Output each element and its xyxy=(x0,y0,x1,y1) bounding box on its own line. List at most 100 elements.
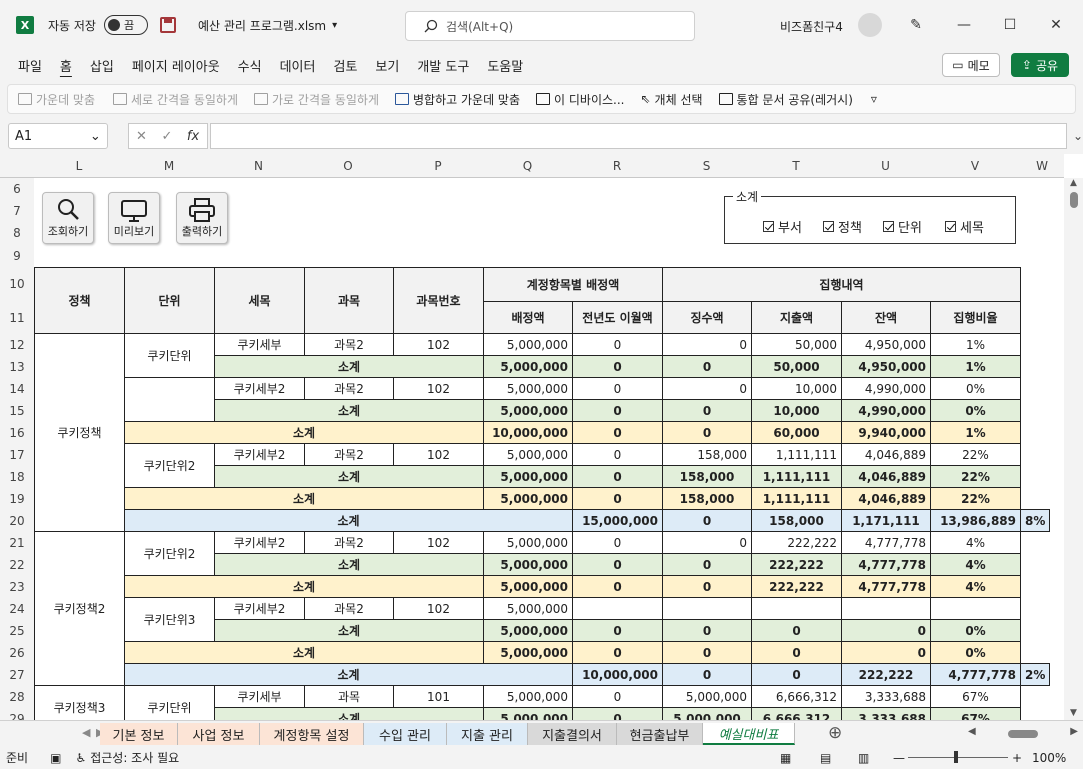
row-header[interactable]: 12 xyxy=(0,334,34,356)
sheet-tab[interactable]: 지출 관리 xyxy=(447,723,528,745)
rate-cell[interactable]: 22% xyxy=(930,487,1021,510)
carry-cell[interactable]: 0 xyxy=(572,465,663,488)
column-header[interactable]: R xyxy=(572,154,662,178)
row-header[interactable]: 16 xyxy=(0,422,34,444)
filename-dropdown-icon[interactable]: ▾ xyxy=(332,20,337,31)
sheet-tab[interactable]: 예실대비표 xyxy=(703,723,795,745)
carry-cell[interactable]: 0 xyxy=(572,355,663,378)
subtotal-label-cell[interactable]: 소계 xyxy=(124,509,573,532)
sheet-tab[interactable]: 기본 정보 xyxy=(100,723,178,745)
unit-cell[interactable]: 쿠키단위2 xyxy=(124,443,215,488)
scroll-down-icon[interactable]: ▼ xyxy=(1064,708,1083,718)
alloc-cell[interactable]: 5,000,000 xyxy=(483,443,573,466)
row-header[interactable]: 28 xyxy=(0,686,34,708)
row-header[interactable]: 9 xyxy=(0,244,34,267)
subject-cell[interactable]: 과목2 xyxy=(304,597,394,620)
alloc-cell[interactable]: 5,000,000 xyxy=(483,465,573,488)
expense-cell[interactable]: 0 xyxy=(751,619,842,642)
row-header[interactable]: 10 xyxy=(0,267,34,301)
expense-cell[interactable]: 222,222 xyxy=(841,663,931,686)
cancel-icon[interactable]: ✕ xyxy=(136,129,147,144)
unit-cell[interactable] xyxy=(124,377,215,422)
horizontal-scrollbar[interactable]: ◀ ▶ xyxy=(968,726,1078,740)
column-header[interactable]: T xyxy=(751,154,841,178)
row-header[interactable]: 26 xyxy=(0,642,34,664)
income-cell[interactable]: 0 xyxy=(751,663,842,686)
normal-view-icon[interactable]: ▦ xyxy=(780,751,791,765)
page-break-view-icon[interactable]: ▥ xyxy=(858,751,869,765)
alloc-cell[interactable]: 5,000,000 xyxy=(483,487,573,510)
subtotal-label-cell[interactable]: 소계 xyxy=(214,707,484,720)
subject-cell[interactable]: 과목2 xyxy=(304,531,394,554)
save-icon[interactable] xyxy=(159,17,176,33)
checkbox-policy[interactable]: 정책 xyxy=(823,217,862,236)
column-header[interactable]: V xyxy=(930,154,1020,178)
scroll-thumb[interactable] xyxy=(1069,192,1078,208)
row-header[interactable]: 18 xyxy=(0,466,34,488)
carry-cell[interactable]: 0 xyxy=(572,707,663,720)
subtotal-label-cell[interactable]: 소계 xyxy=(124,487,484,510)
balance-cell[interactable]: 0 xyxy=(841,619,931,642)
column-header[interactable]: U xyxy=(841,154,930,178)
expense-cell[interactable]: 1,111,111 xyxy=(751,443,842,466)
subtotal-label-cell[interactable]: 소계 xyxy=(124,663,573,686)
balance-cell[interactable]: 4,046,889 xyxy=(841,487,931,510)
row-header[interactable]: 13 xyxy=(0,356,34,378)
balance-cell[interactable]: 4,777,778 xyxy=(841,553,931,576)
alloc-cell[interactable]: 15,000,000 xyxy=(572,509,663,532)
alloc-cell[interactable]: 5,000,000 xyxy=(483,377,573,400)
alloc-cell[interactable]: 5,000,000 xyxy=(483,531,573,554)
alloc-cell[interactable]: 5,000,000 xyxy=(483,707,573,720)
item-cell[interactable]: 쿠키세부2 xyxy=(214,377,305,400)
policy-cell[interactable]: 쿠키정책3 xyxy=(34,685,125,720)
expense-cell[interactable]: 50,000 xyxy=(751,333,842,356)
income-cell[interactable]: 0 xyxy=(662,377,752,400)
worksheet-grid[interactable]: LMNOPQRSTUVW 6 7 8 9 10 11 12 13 14 15 16 17 18 19 20 2… xyxy=(0,154,1083,720)
subject-no-cell[interactable]: 102 xyxy=(393,333,484,356)
balance-cell[interactable]: 3,333,688 xyxy=(841,685,931,708)
row-header[interactable]: 23 xyxy=(0,576,34,598)
balance-cell[interactable]: 0 xyxy=(841,641,931,664)
maximize-icon[interactable]: ☐ xyxy=(1000,15,1020,35)
row-header[interactable]: 25 xyxy=(0,620,34,642)
balance-cell[interactable]: 4,990,000 xyxy=(841,377,931,400)
balance-cell[interactable]: 3,333,688 xyxy=(841,707,931,720)
zoom-out-icon[interactable]: — xyxy=(893,751,905,765)
menu-formulas[interactable]: 수식 xyxy=(238,56,262,75)
rate-cell[interactable]: 67% xyxy=(930,707,1021,720)
rate-cell[interactable]: 67% xyxy=(930,685,1021,708)
avatar[interactable] xyxy=(858,13,882,37)
rate-cell[interactable]: 22% xyxy=(930,465,1021,488)
row-header[interactable]: 19 xyxy=(0,488,34,510)
carry-cell[interactable] xyxy=(572,597,663,620)
carry-cell[interactable]: 0 xyxy=(572,333,663,356)
ribbon-more-button[interactable]: ▿ xyxy=(871,92,877,106)
rate-cell[interactable]: 0% xyxy=(930,377,1021,400)
expense-cell[interactable]: 222,222 xyxy=(751,531,842,554)
expense-cell[interactable]: 0 xyxy=(751,641,842,664)
alloc-cell[interactable]: 5,000,000 xyxy=(483,619,573,642)
balance-cell[interactable] xyxy=(841,597,931,620)
row-header[interactable]: 7 xyxy=(0,200,34,222)
expense-cell[interactable]: 1,111,111 xyxy=(751,487,842,510)
expense-cell[interactable] xyxy=(751,597,842,620)
scroll-left-icon[interactable]: ◀ xyxy=(968,726,976,737)
distribute-vertical-button[interactable]: 세로 간격을 동일하게 xyxy=(113,91,238,108)
preview-button[interactable]: 미리보기 xyxy=(108,192,160,244)
sheet-tab[interactable]: 현금출납부 xyxy=(617,723,703,745)
item-cell[interactable]: 쿠키세부2 xyxy=(214,531,305,554)
distribute-horizontal-button[interactable]: 가로 간격을 동일하게 xyxy=(254,91,379,108)
rate-cell[interactable] xyxy=(930,597,1021,620)
subject-no-cell[interactable]: 101 xyxy=(393,685,484,708)
row-header[interactable]: 22 xyxy=(0,554,34,576)
carry-cell[interactable]: 0 xyxy=(572,575,663,598)
expense-cell[interactable]: 50,000 xyxy=(751,355,842,378)
this-device-button[interactable]: 이 디바이스... xyxy=(536,91,624,108)
sheet-tab[interactable]: 계정항목 설정 xyxy=(260,723,364,745)
alloc-cell[interactable]: 5,000,000 xyxy=(483,399,573,422)
carry-cell[interactable]: 0 xyxy=(572,377,663,400)
policy-cell[interactable]: 쿠키정책 xyxy=(34,333,125,532)
subtotal-label-cell[interactable]: 소계 xyxy=(214,355,484,378)
select-objects-button[interactable]: ⇖ 개체 선택 xyxy=(640,91,702,108)
add-sheet-icon[interactable]: ⊕ xyxy=(828,723,842,743)
